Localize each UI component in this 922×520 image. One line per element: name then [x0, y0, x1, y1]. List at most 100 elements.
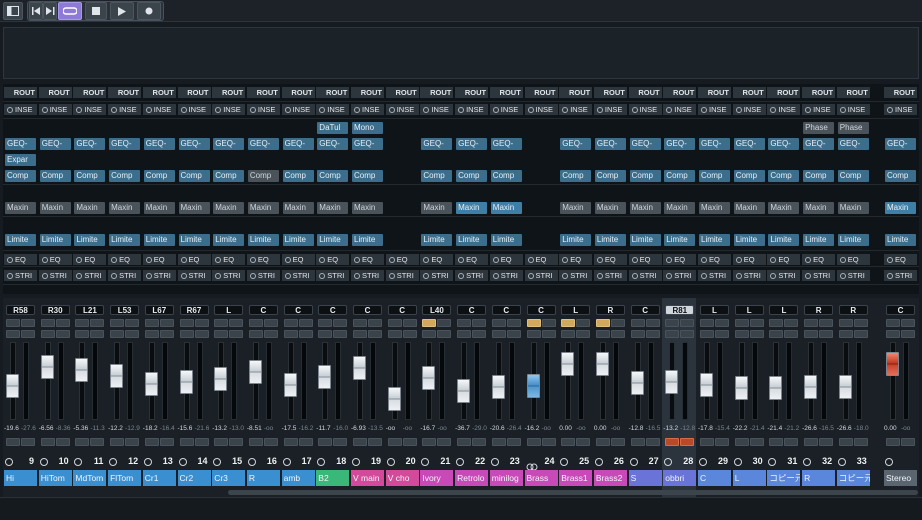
channel-select-icon[interactable] [803, 458, 812, 466]
read-button[interactable] [700, 330, 714, 338]
channel-select-icon[interactable] [5, 458, 13, 466]
pan-control[interactable]: L53 [110, 305, 140, 315]
routing-header[interactable]: ROUT [489, 87, 523, 98]
bypass-icon[interactable] [701, 107, 707, 113]
insert-plugin-slot[interactable]: Comp [560, 170, 592, 182]
mute-button[interactable] [561, 319, 576, 327]
insert-plugin-slot[interactable]: Comp [74, 170, 106, 182]
bypass-icon[interactable] [215, 107, 222, 113]
insert-plugin-slot[interactable]: Limite [629, 234, 661, 246]
write-button[interactable] [541, 330, 556, 338]
bypass-icon[interactable] [666, 257, 673, 263]
strip-header[interactable]: STRI [593, 270, 627, 281]
read-button[interactable] [353, 330, 367, 338]
volume-readout[interactable]: -6.56 [39, 425, 55, 432]
strip-header[interactable]: STRI [246, 270, 280, 281]
channel-name[interactable]: HiTom [38, 470, 72, 486]
insert-plugin-slot[interactable]: GEQ- [143, 138, 175, 150]
read-button[interactable] [214, 330, 229, 338]
routing-header[interactable]: ROUT [767, 87, 801, 98]
volume-readout[interactable]: -oo [386, 425, 402, 432]
volume-fader[interactable] [700, 372, 713, 397]
pan-control[interactable]: R81 [665, 305, 695, 315]
volume-fader[interactable] [179, 370, 193, 394]
pan-control[interactable]: C [387, 305, 417, 315]
record-enable-button[interactable] [125, 438, 140, 446]
read-button[interactable] [179, 330, 194, 338]
insert-plugin-slot[interactable]: Comp [109, 170, 141, 182]
bypass-icon[interactable] [354, 273, 360, 279]
monitor-button[interactable] [838, 438, 853, 446]
write-button[interactable] [55, 330, 70, 338]
insert-plugin-slot[interactable]: GEQ- [109, 138, 141, 150]
insert-plugin-slot[interactable]: Limite [699, 234, 730, 246]
volume-readout[interactable]: -22.2 [733, 425, 749, 432]
bypass-icon[interactable] [839, 107, 846, 113]
bypass-icon[interactable] [76, 107, 83, 113]
insert-plugin-slot[interactable]: Maxin [803, 202, 835, 214]
insert-plugin-slot[interactable]: Phase [837, 122, 869, 134]
bypass-icon[interactable] [839, 273, 846, 279]
insert-plugin-slot[interactable]: Limite [178, 234, 210, 246]
mute-button[interactable] [665, 319, 680, 327]
record-enable-button[interactable] [333, 438, 348, 446]
insert-plugin-slot[interactable]: Limite [594, 234, 626, 246]
inserts-header[interactable]: INSE [559, 104, 593, 115]
write-button[interactable] [21, 330, 35, 338]
inserts-header[interactable]: INSE [455, 104, 489, 115]
bypass-icon[interactable] [492, 107, 499, 113]
channel-name[interactable]: amb [281, 470, 315, 486]
insert-plugin-slot[interactable]: Limite [247, 234, 279, 246]
routing-header[interactable]: ROUT [455, 87, 489, 98]
eq-header[interactable]: EQ [246, 254, 280, 265]
read-button[interactable] [283, 330, 298, 338]
bypass-icon[interactable] [596, 257, 603, 263]
stop-button[interactable] [85, 2, 107, 20]
strip-header[interactable]: STRI [884, 270, 917, 281]
record-enable-button[interactable] [229, 438, 244, 446]
insert-plugin-slot[interactable]: Expar [5, 154, 36, 166]
channel-name[interactable]: MdTom [73, 470, 107, 486]
solo-button[interactable] [402, 319, 417, 327]
inserts-header[interactable]: INSE [767, 104, 801, 115]
read-button[interactable] [75, 330, 90, 338]
monitor-button[interactable] [40, 438, 55, 446]
bypass-icon[interactable] [284, 257, 291, 263]
fader-track[interactable] [214, 342, 228, 420]
inserts-header[interactable]: INSE [351, 104, 384, 115]
record-enable-button[interactable] [853, 438, 868, 446]
bypass-icon[interactable] [111, 257, 118, 263]
volume-fader[interactable] [769, 376, 783, 401]
volume-fader[interactable] [457, 378, 471, 403]
volume-readout[interactable]: -19.6 [4, 425, 20, 432]
inserts-header[interactable]: INSE [593, 104, 627, 115]
strip-header[interactable]: STRI [767, 270, 801, 281]
eq-header[interactable]: EQ [524, 254, 558, 265]
channel-select-icon[interactable] [421, 458, 430, 466]
mute-button[interactable] [248, 319, 263, 327]
volume-readout[interactable]: -13.2 [663, 425, 679, 432]
read-button[interactable] [491, 330, 506, 338]
volume-readout[interactable]: -21.4 [767, 425, 783, 432]
channel-name[interactable]: V main [351, 470, 384, 486]
insert-plugin-slot[interactable]: GEQ- [490, 138, 522, 150]
solo-button[interactable] [159, 319, 174, 327]
solo-button[interactable] [333, 319, 348, 327]
record-enable-button[interactable] [437, 438, 452, 446]
record-enable-button[interactable] [715, 438, 729, 446]
insert-plugin-slot[interactable]: Limite [733, 234, 765, 246]
insert-plugin-slot[interactable]: Comp [768, 170, 800, 182]
bypass-icon[interactable] [354, 257, 360, 263]
channel-name[interactable]: コピー元 [836, 470, 870, 486]
read-button[interactable] [630, 330, 645, 338]
eq-header[interactable]: EQ [316, 254, 350, 265]
insert-plugin-slot[interactable]: Maxin [39, 202, 71, 214]
volume-fader[interactable] [283, 372, 297, 397]
channel-select-icon[interactable] [352, 458, 360, 466]
insert-plugin-slot[interactable]: Limite [456, 234, 488, 246]
channel-select-icon[interactable] [109, 458, 118, 466]
fader-track[interactable] [353, 342, 366, 420]
channel-select-icon[interactable] [629, 458, 638, 466]
solo-button[interactable] [472, 319, 487, 327]
insert-plugin-slot[interactable]: Limite [213, 234, 245, 246]
